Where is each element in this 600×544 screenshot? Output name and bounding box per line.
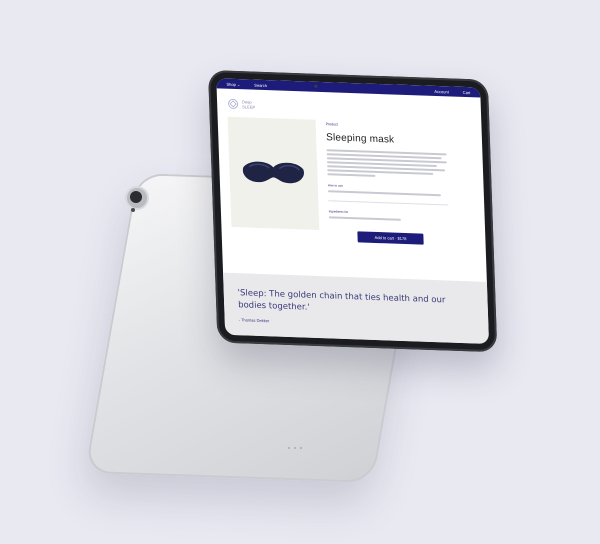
nav-cart-link[interactable]: Cart [463, 89, 471, 94]
brand-wordmark: Deep SLEEP [242, 99, 255, 109]
product-image [227, 116, 320, 230]
tablet-screen: Shop ⌄ Search Account Cart Deep SLEEP Pr… [216, 78, 490, 344]
nav-shop-menu[interactable]: Shop ⌄ [226, 81, 240, 86]
breadcrumb[interactable]: Product [326, 122, 446, 130]
quote-section: 'Sleep: The golden chain that ties healt… [223, 272, 490, 344]
brand-logo-icon [228, 98, 239, 109]
tablet-front-view: Shop ⌄ Search Account Cart Deep SLEEP Pr… [208, 70, 498, 353]
product-description [326, 149, 448, 179]
sleeping-mask-image [242, 161, 304, 184]
device-mockup-scene: Shop ⌄ Search Account Cart Deep SLEEP Pr… [0, 0, 600, 544]
section-divider [328, 200, 449, 206]
quote-author: - Thomas Dekker [238, 317, 270, 324]
add-to-cart-button[interactable]: Add to cart · $178 [357, 231, 424, 245]
nav-search-link[interactable]: Search [254, 82, 267, 87]
nav-account-link[interactable]: Account [434, 88, 449, 94]
product-title: Sleeping mask [325, 132, 395, 146]
product-section: Product Sleeping mask How to use Ingredi… [217, 112, 485, 246]
brand-line-2: SLEEP [242, 104, 256, 110]
product-details: Product Sleeping mask How to use Ingredi… [326, 120, 450, 245]
rear-flash-icon [131, 208, 135, 212]
quote-text: 'Sleep: The golden chain that ties healt… [237, 288, 446, 313]
smart-connector-icon [288, 447, 302, 449]
front-camera-icon [314, 84, 317, 88]
rear-camera-lens [130, 191, 142, 203]
